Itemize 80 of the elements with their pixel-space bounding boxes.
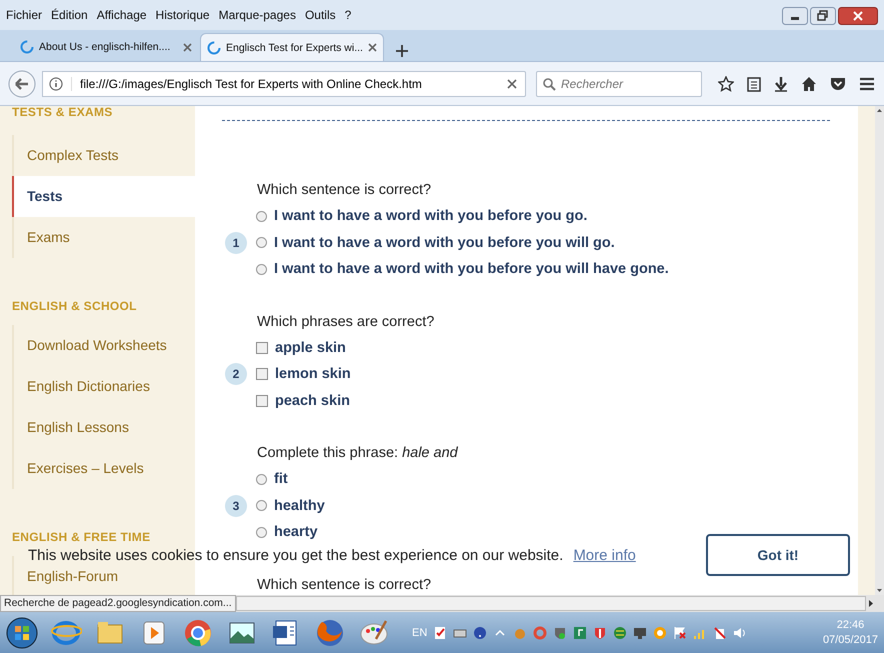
section-heading: ENGLISH & SCHOOL <box>12 298 138 314</box>
more-info-link[interactable]: More info <box>573 546 636 564</box>
got-it-button[interactable]: Got it! <box>706 534 850 576</box>
browser-tab[interactable]: Englisch Test for Experts wi... <box>200 33 384 61</box>
answer-option: I want to have a word with you before you will have gone. <box>274 261 669 278</box>
status-text: Recherche de pagead2.googlesyndication.com... <box>0 595 236 612</box>
speaker-icon[interactable] <box>733 626 748 640</box>
shield-icon[interactable] <box>593 626 608 640</box>
sidebar-item[interactable]: Complex Tests <box>12 135 195 176</box>
radio-button[interactable] <box>256 500 267 512</box>
clock-time: 22:46 <box>836 618 864 632</box>
menu-icon[interactable] <box>859 76 875 90</box>
checkbox[interactable] <box>256 368 268 380</box>
monitor-icon[interactable] <box>633 626 648 640</box>
minimize-icon[interactable] <box>782 7 808 25</box>
flag-icon[interactable] <box>673 626 688 640</box>
new-tab-icon[interactable] <box>396 45 408 57</box>
loading-spinner-icon <box>207 40 221 54</box>
address-bar[interactable]: file:///G:/images/Englisch Test for Experts with Online Check.htm <box>42 70 526 96</box>
sidebar-item[interactable]: English Lessons <box>12 407 195 448</box>
help-icon[interactable] <box>473 626 488 640</box>
answer-option: apple skin <box>275 340 346 356</box>
answer-option: peach skin <box>275 392 350 409</box>
question-text: Complete this phrase: hale and <box>257 444 459 463</box>
question-number: 1 <box>225 232 247 254</box>
radio-button[interactable] <box>256 210 267 222</box>
start-orb-icon[interactable] <box>6 616 38 648</box>
browser-tab[interactable]: About Us - englisch-hilfen.... <box>14 33 198 61</box>
note-icon[interactable] <box>433 626 448 640</box>
download-icon[interactable] <box>774 76 788 92</box>
radio-button[interactable] <box>256 237 267 248</box>
section-heading: TESTS & EXAMS <box>12 106 114 120</box>
close-tab-icon[interactable] <box>183 42 192 52</box>
shield-check-icon[interactable] <box>553 626 568 640</box>
clipboard-icon[interactable] <box>747 76 761 92</box>
answer-option: healthy <box>274 498 325 514</box>
question-number: 3 <box>225 494 247 517</box>
sidebar-item[interactable]: Exams <box>12 217 195 258</box>
back-icon[interactable] <box>8 70 36 98</box>
loading-spinner-icon <box>20 40 34 54</box>
globe-icon[interactable] <box>613 626 628 640</box>
answer-option: fit <box>274 471 288 488</box>
sidebar-item[interactable]: Tests <box>12 176 197 217</box>
answer-option: hearty <box>274 524 318 540</box>
section-heading: ENGLISH & FREE TIME <box>12 529 152 545</box>
question-text: Which phrases are correct? <box>257 312 436 332</box>
checkbox[interactable] <box>256 394 268 407</box>
radio-button[interactable] <box>256 526 267 538</box>
menu-item[interactable]: ? <box>344 8 352 22</box>
radio-button[interactable] <box>256 264 267 275</box>
answer-option: I want to have a word with you before you will go. <box>274 234 615 251</box>
restore-icon[interactable] <box>810 7 836 25</box>
search-field[interactable]: Rechercher <box>536 70 702 96</box>
sidebar-item[interactable]: Exercises – Levels <box>12 448 195 489</box>
question-number: 2 <box>225 363 247 386</box>
info-icon[interactable] <box>49 76 63 90</box>
star-icon[interactable] <box>718 76 734 92</box>
sidebar-item[interactable]: Download Worksheets <box>12 325 195 366</box>
menu-item[interactable]: Outils <box>304 8 336 22</box>
cookie-notice: This website uses cookies to ensure you get the best experience on our website. <box>28 546 564 564</box>
menu-item[interactable]: Édition <box>51 8 88 22</box>
menu-item[interactable]: Fichier <box>6 8 42 22</box>
circle-icon[interactable] <box>653 626 668 640</box>
question-text: Which sentence is correct? <box>257 576 432 594</box>
menu-item[interactable]: Marque-pages <box>218 8 296 22</box>
clear-icon[interactable] <box>507 78 517 88</box>
clock-date: 07/05/2017 <box>822 632 878 648</box>
answer-option: I want to have a word with you before you go. <box>274 208 588 224</box>
question-text: Which sentence is correct? <box>257 181 432 200</box>
close-icon[interactable] <box>838 7 878 25</box>
close-tab-icon[interactable] <box>368 43 377 52</box>
radio-button[interactable] <box>256 474 267 485</box>
home-icon[interactable] <box>801 76 817 92</box>
menu-item[interactable]: Affichage <box>96 8 147 22</box>
answer-option: lemon skin <box>275 366 351 382</box>
scroll-right-icon[interactable] <box>868 599 874 608</box>
sidebar-item[interactable]: English Dictionaries <box>12 366 195 407</box>
menu-item[interactable]: Historique <box>156 8 210 22</box>
pocket-icon[interactable] <box>830 76 846 90</box>
checkbox[interactable] <box>256 342 268 354</box>
